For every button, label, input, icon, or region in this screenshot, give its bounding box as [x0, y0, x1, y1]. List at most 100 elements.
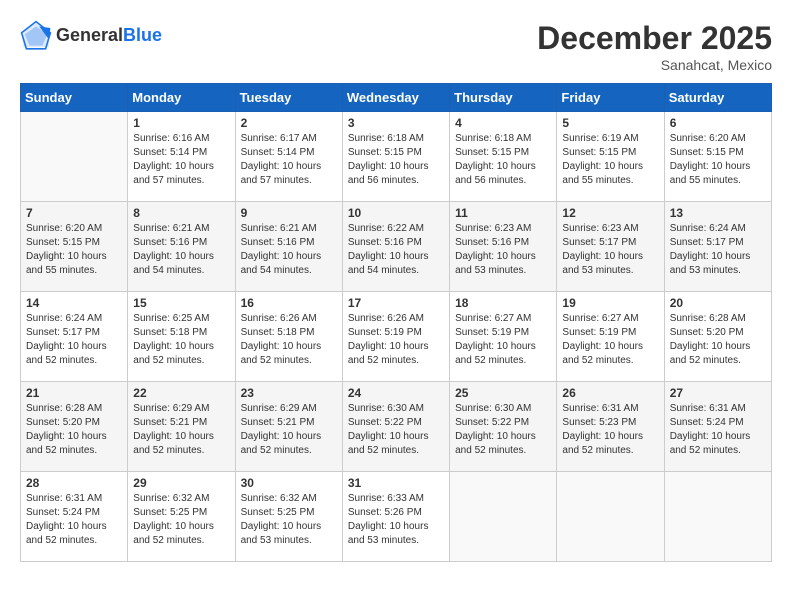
week-row-5: 28 Sunrise: 6:31 AM Sunset: 5:24 PM Dayli…: [21, 472, 772, 562]
calendar-cell: 23Sunrise: 6:29 AM Sunset: 5:21 PM Dayli…: [235, 382, 342, 472]
location-subtitle: Sanahcat, Mexico: [537, 57, 772, 73]
calendar-cell: 15 Sunrise: 6:25 AM Sunset: 5:18 PM Dayli…: [128, 292, 235, 382]
day-info: Sunrise: 6:21 AM Sunset: 5:16 PM Dayligh…: [133, 222, 229, 278]
day-number: 5: [562, 116, 658, 130]
calendar-cell: [664, 472, 771, 562]
day-info: Sunrise: 6:18 AM Sunset: 5:15 PM Dayligh…: [455, 132, 551, 188]
calendar-cell: 28 Sunrise: 6:31 AM Sunset: 5:24 PM Dayli…: [21, 472, 128, 562]
page-header: GeneralBlue December 2025 Sanahcat, Mexi…: [20, 20, 772, 73]
day-number: 29: [133, 476, 229, 490]
calendar-cell: 7 Sunrise: 6:20 AM Sunset: 5:15 PM Daylig…: [21, 202, 128, 292]
day-number: 22: [133, 386, 229, 400]
day-info: Sunrise: 6:20 AM Sunset: 5:15 PM Dayligh…: [26, 222, 122, 278]
day-info: Sunrise: 6:23 AM Sunset: 5:17 PM Dayligh…: [562, 222, 658, 278]
day-info: Sunrise: 6:33 AM Sunset: 5:26 PM Dayligh…: [348, 492, 444, 548]
calendar-cell: 25Sunrise: 6:30 AM Sunset: 5:22 PM Dayli…: [450, 382, 557, 472]
calendar-cell: [450, 472, 557, 562]
day-info: Sunrise: 6:18 AM Sunset: 5:15 PM Dayligh…: [348, 132, 444, 188]
day-number: 1: [133, 116, 229, 130]
calendar-cell: 30 Sunrise: 6:32 AM Sunset: 5:25 PM Dayli…: [235, 472, 342, 562]
day-info: Sunrise: 6:26 AM Sunset: 5:19 PM Dayligh…: [348, 312, 444, 368]
day-number: 7: [26, 206, 122, 220]
day-number: 26: [562, 386, 658, 400]
header-saturday: Saturday: [664, 84, 771, 112]
header-thursday: Thursday: [450, 84, 557, 112]
calendar-cell: 6 Sunrise: 6:20 AM Sunset: 5:15 PM Daylig…: [664, 112, 771, 202]
calendar-cell: [557, 472, 664, 562]
week-row-3: 14Sunrise: 6:24 AM Sunset: 5:17 PM Dayli…: [21, 292, 772, 382]
day-number: 28: [26, 476, 122, 490]
calendar-cell: 16 Sunrise: 6:26 AM Sunset: 5:18 PM Dayli…: [235, 292, 342, 382]
day-info: Sunrise: 6:20 AM Sunset: 5:15 PM Dayligh…: [670, 132, 766, 188]
calendar-header-row: SundayMondayTuesdayWednesdayThursdayFrid…: [21, 84, 772, 112]
day-number: 17: [348, 296, 444, 310]
calendar-table: SundayMondayTuesdayWednesdayThursdayFrid…: [20, 83, 772, 562]
header-wednesday: Wednesday: [342, 84, 449, 112]
day-info: Sunrise: 6:32 AM Sunset: 5:25 PM Dayligh…: [241, 492, 337, 548]
calendar-cell: 4 Sunrise: 6:18 AM Sunset: 5:15 PM Daylig…: [450, 112, 557, 202]
calendar-cell: 13 Sunrise: 6:24 AM Sunset: 5:17 PM Dayli…: [664, 202, 771, 292]
week-row-1: 1 Sunrise: 6:16 AM Sunset: 5:14 PM Daylig…: [21, 112, 772, 202]
calendar-cell: 29 Sunrise: 6:32 AM Sunset: 5:25 PM Dayli…: [128, 472, 235, 562]
day-number: 31: [348, 476, 444, 490]
day-info: Sunrise: 6:19 AM Sunset: 5:15 PM Dayligh…: [562, 132, 658, 188]
day-number: 9: [241, 206, 337, 220]
day-number: 27: [670, 386, 766, 400]
calendar-cell: 21Sunrise: 6:28 AM Sunset: 5:20 PM Dayli…: [21, 382, 128, 472]
header-monday: Monday: [128, 84, 235, 112]
day-number: 2: [241, 116, 337, 130]
calendar-cell: 9Sunrise: 6:21 AM Sunset: 5:16 PM Daylig…: [235, 202, 342, 292]
day-info: Sunrise: 6:24 AM Sunset: 5:17 PM Dayligh…: [670, 222, 766, 278]
calendar-cell: 27 Sunrise: 6:31 AM Sunset: 5:24 PM Dayli…: [664, 382, 771, 472]
day-info: Sunrise: 6:27 AM Sunset: 5:19 PM Dayligh…: [562, 312, 658, 368]
calendar-cell: 3 Sunrise: 6:18 AM Sunset: 5:15 PM Daylig…: [342, 112, 449, 202]
day-number: 3: [348, 116, 444, 130]
day-number: 15: [133, 296, 229, 310]
day-info: Sunrise: 6:31 AM Sunset: 5:24 PM Dayligh…: [26, 492, 122, 548]
day-number: 6: [670, 116, 766, 130]
calendar-cell: 19 Sunrise: 6:27 AM Sunset: 5:19 PM Dayli…: [557, 292, 664, 382]
calendar-cell: 20Sunrise: 6:28 AM Sunset: 5:20 PM Dayli…: [664, 292, 771, 382]
month-title: December 2025: [537, 20, 772, 57]
day-number: 4: [455, 116, 551, 130]
day-info: Sunrise: 6:23 AM Sunset: 5:16 PM Dayligh…: [455, 222, 551, 278]
day-number: 18: [455, 296, 551, 310]
calendar-cell: 2Sunrise: 6:17 AM Sunset: 5:14 PM Daylig…: [235, 112, 342, 202]
day-number: 16: [241, 296, 337, 310]
header-friday: Friday: [557, 84, 664, 112]
header-tuesday: Tuesday: [235, 84, 342, 112]
day-info: Sunrise: 6:24 AM Sunset: 5:17 PM Dayligh…: [26, 312, 122, 368]
day-number: 10: [348, 206, 444, 220]
title-block: December 2025 Sanahcat, Mexico: [537, 20, 772, 73]
calendar-cell: 11 Sunrise: 6:23 AM Sunset: 5:16 PM Dayli…: [450, 202, 557, 292]
calendar-cell: 24Sunrise: 6:30 AM Sunset: 5:22 PM Dayli…: [342, 382, 449, 472]
day-info: Sunrise: 6:30 AM Sunset: 5:22 PM Dayligh…: [348, 402, 444, 458]
day-number: 25: [455, 386, 551, 400]
day-number: 19: [562, 296, 658, 310]
day-number: 13: [670, 206, 766, 220]
calendar-cell: [21, 112, 128, 202]
day-info: Sunrise: 6:31 AM Sunset: 5:24 PM Dayligh…: [670, 402, 766, 458]
day-info: Sunrise: 6:29 AM Sunset: 5:21 PM Dayligh…: [241, 402, 337, 458]
day-info: Sunrise: 6:28 AM Sunset: 5:20 PM Dayligh…: [26, 402, 122, 458]
day-info: Sunrise: 6:32 AM Sunset: 5:25 PM Dayligh…: [133, 492, 229, 548]
day-info: Sunrise: 6:28 AM Sunset: 5:20 PM Dayligh…: [670, 312, 766, 368]
day-info: Sunrise: 6:27 AM Sunset: 5:19 PM Dayligh…: [455, 312, 551, 368]
logo: GeneralBlue: [20, 20, 162, 52]
calendar-cell: 18 Sunrise: 6:27 AM Sunset: 5:19 PM Dayli…: [450, 292, 557, 382]
day-info: Sunrise: 6:22 AM Sunset: 5:16 PM Dayligh…: [348, 222, 444, 278]
calendar-cell: 10 Sunrise: 6:22 AM Sunset: 5:16 PM Dayli…: [342, 202, 449, 292]
day-number: 12: [562, 206, 658, 220]
calendar-cell: 8Sunrise: 6:21 AM Sunset: 5:16 PM Daylig…: [128, 202, 235, 292]
day-number: 30: [241, 476, 337, 490]
logo-text: GeneralBlue: [56, 26, 162, 46]
day-number: 11: [455, 206, 551, 220]
day-info: Sunrise: 6:16 AM Sunset: 5:14 PM Dayligh…: [133, 132, 229, 188]
logo-icon: [20, 20, 52, 52]
day-info: Sunrise: 6:25 AM Sunset: 5:18 PM Dayligh…: [133, 312, 229, 368]
calendar-cell: 5 Sunrise: 6:19 AM Sunset: 5:15 PM Daylig…: [557, 112, 664, 202]
calendar-cell: 12 Sunrise: 6:23 AM Sunset: 5:17 PM Dayli…: [557, 202, 664, 292]
day-info: Sunrise: 6:26 AM Sunset: 5:18 PM Dayligh…: [241, 312, 337, 368]
calendar-cell: 22Sunrise: 6:29 AM Sunset: 5:21 PM Dayli…: [128, 382, 235, 472]
week-row-4: 21Sunrise: 6:28 AM Sunset: 5:20 PM Dayli…: [21, 382, 772, 472]
